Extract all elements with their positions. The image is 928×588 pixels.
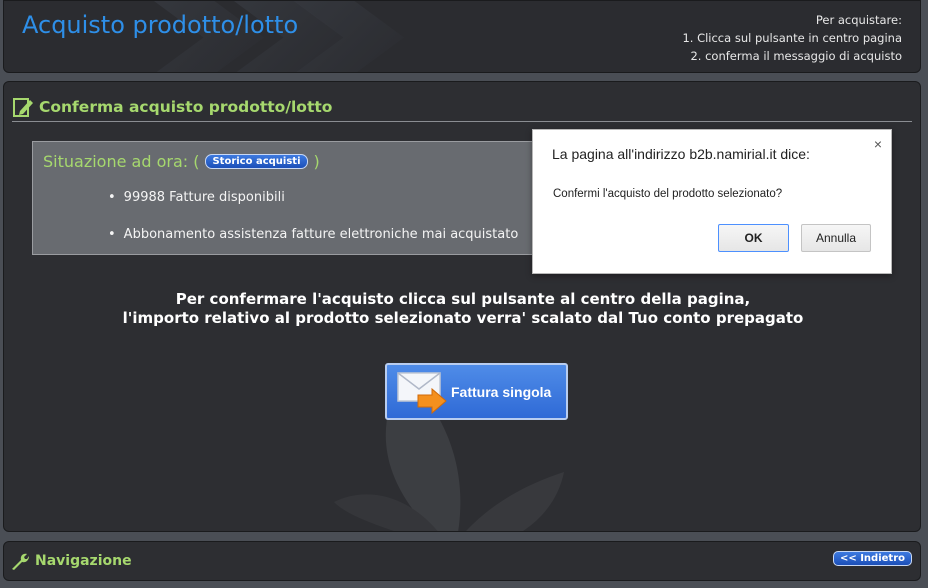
back-button[interactable]: << Indietro <box>832 551 912 566</box>
cancel-button[interactable]: Annulla <box>801 224 871 252</box>
list-item: 99988 Fatture disponibili <box>108 190 518 205</box>
instructions-title: Per acquistare: <box>815 13 902 27</box>
section-header: Conferma acquisto prodotto/lotto <box>12 92 912 122</box>
ok-button[interactable]: OK <box>718 224 789 252</box>
wrench-icon <box>12 553 29 570</box>
single-invoice-button[interactable]: Fattura singola <box>385 363 568 420</box>
page-title: Acquisto prodotto/lotto <box>22 11 299 39</box>
dialog-title: La pagina all'indirizzo b2b.namirial.it … <box>552 146 810 162</box>
edit-document-icon <box>13 97 33 117</box>
status-list: 99988 Fatture disponibili Abbonamento as… <box>108 190 519 264</box>
status-box: Situazione ad ora: ( Storico acquisti ) … <box>32 141 562 255</box>
close-icon[interactable]: × <box>874 136 882 152</box>
navigation-label: Navigazione <box>35 553 132 569</box>
envelope-arrow-icon <box>397 371 447 414</box>
confirm-dialog: La pagina all'indirizzo b2b.namirial.it … <box>532 129 892 274</box>
list-item: Abbonamento assistenza fatture elettroni… <box>108 227 519 242</box>
navigation-heading: Navigazione <box>10 551 132 571</box>
status-title: Situazione ad ora: ( Storico acquisti ) <box>43 152 320 171</box>
confirm-line-2: l'importo relativo al prodotto seleziona… <box>122 309 804 327</box>
section-title: Conferma acquisto prodotto/lotto <box>39 97 333 116</box>
single-invoice-label: Fattura singola <box>451 383 552 400</box>
purchase-instructions: Per acquistare: 1. Clicca sul pulsante i… <box>682 11 902 65</box>
status-title-suffix: ) <box>313 152 320 171</box>
dialog-message: Confermi l'acquisto del prodotto selezio… <box>553 188 783 200</box>
purchase-history-button[interactable]: Storico acquisti <box>205 154 308 169</box>
instruction-step-1: 1. Clicca sul pulsante in centro pagina <box>682 31 902 45</box>
navigation-bar: Navigazione << Indietro <box>3 541 921 581</box>
confirm-instructions: Per confermare l'acquisto clicca sul pul… <box>4 290 920 328</box>
page-header: Acquisto prodotto/lotto Per acquistare: … <box>3 0 921 73</box>
status-title-prefix: Situazione ad ora: ( <box>43 152 200 171</box>
instruction-step-2: 2. conferma il messaggio di acquisto <box>690 49 902 63</box>
confirm-line-1: Per confermare l'acquisto clicca sul pul… <box>175 290 751 308</box>
